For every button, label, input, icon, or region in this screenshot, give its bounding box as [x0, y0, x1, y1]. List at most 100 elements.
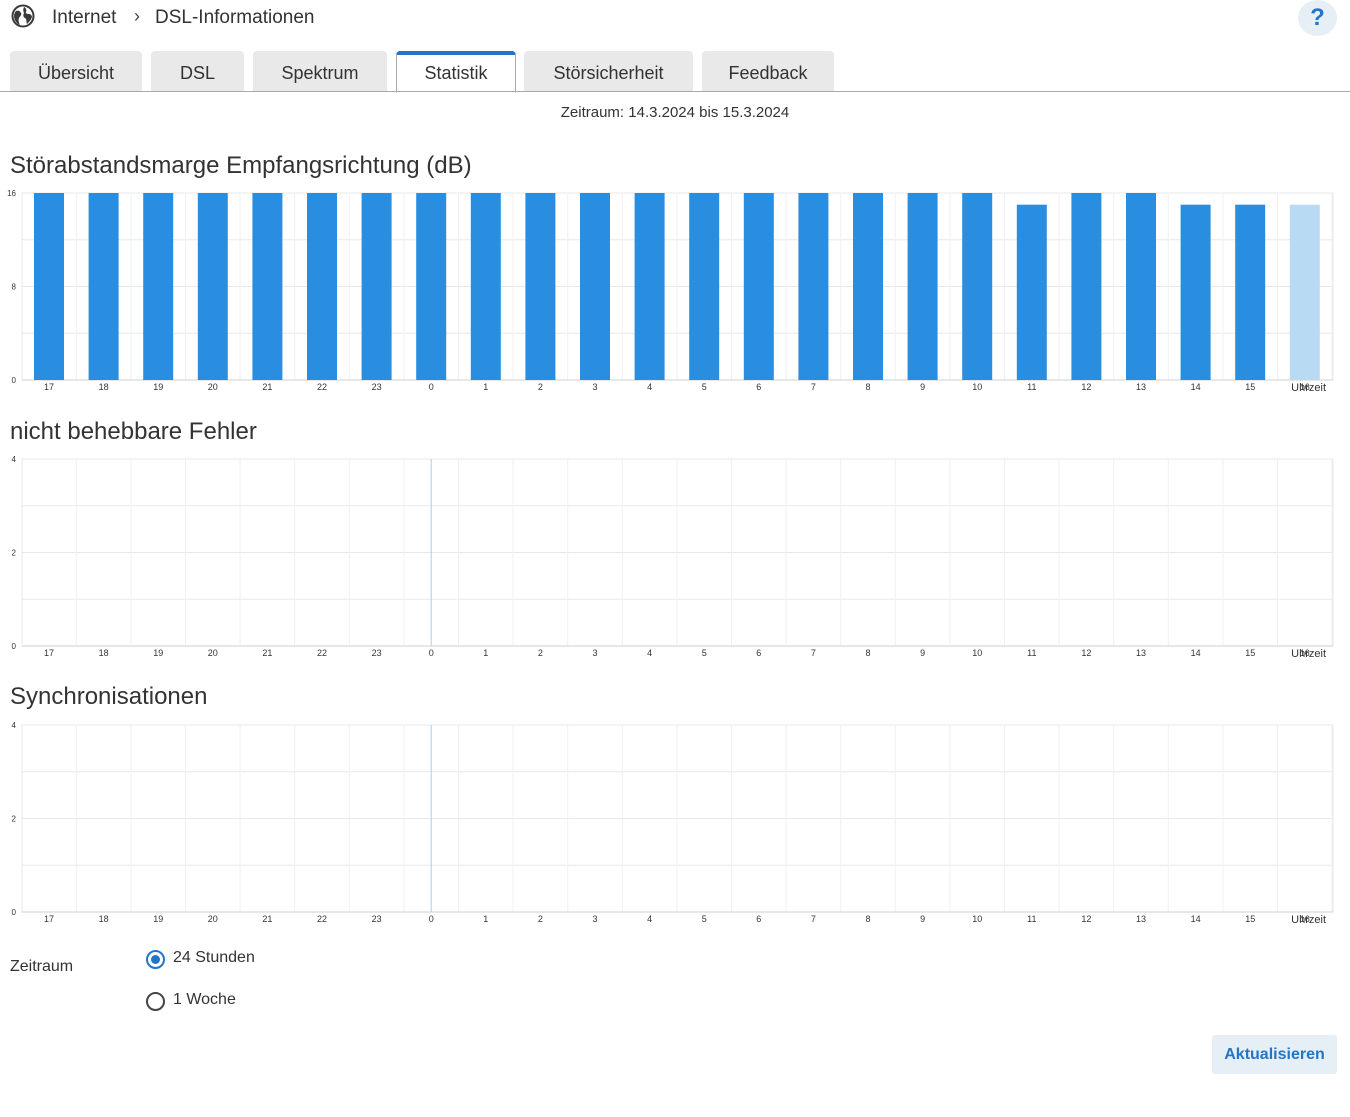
y-tick-label: 4 — [12, 455, 17, 464]
chart-snr: 168017 18 19 20 21 22 23 0 1 2 3 4 5 6 7 8 9 10 11 12 13 14 15… — [7, 189, 1334, 394]
tab-statistik[interactable]: Statistik — [396, 51, 516, 93]
radio-24-stunden[interactable] — [146, 950, 165, 969]
y-tick-label: 0 — [12, 908, 17, 917]
bar-20 — [197, 193, 228, 380]
x-tick-label: 6 — [756, 382, 761, 392]
x-tick-label: 15 — [1245, 382, 1255, 392]
bar-23 — [361, 193, 392, 380]
bar-10 — [962, 193, 993, 380]
x-tick-label: 3 — [592, 648, 597, 658]
chart-sync: 42017 18 19 20 21 22 23 0 1 2 3 4 5 6 7 8 9 10 11 12 13 14 15 1… — [12, 721, 1334, 926]
globe-icon — [11, 4, 35, 28]
tab-underline — [0, 91, 1350, 92]
x-tick-label: 11 — [1027, 382, 1036, 392]
tab-uebersicht[interactable]: Übersicht — [10, 51, 142, 92]
x-tick-label: 18 — [99, 382, 109, 392]
breadcrumb-internet[interactable]: Internet — [52, 7, 116, 29]
refresh-button[interactable]: Aktualisieren — [1212, 1035, 1337, 1074]
bar-6 — [743, 193, 774, 380]
x-tick-label: 13 — [1136, 382, 1146, 392]
x-tick-label: 22 — [317, 914, 327, 924]
tab-feedback[interactable]: Feedback — [702, 51, 834, 92]
bar-11 — [1016, 204, 1047, 380]
bar-3 — [580, 193, 610, 380]
x-tick-label: 1 — [483, 382, 488, 392]
y-tick-label: 0 — [12, 376, 17, 385]
y-tick-label: 2 — [12, 815, 17, 824]
x-tick-label: 14 — [1191, 648, 1201, 658]
x-axis-label: Uhrzeit — [1291, 914, 1326, 926]
x-tick-label: 18 — [99, 648, 109, 658]
x-tick-label: 12 — [1081, 648, 1091, 658]
x-tick-label: 14 — [1191, 382, 1201, 392]
chart-errors: 42017 18 19 20 21 22 23 0 1 2 3 4 5 6 7 8 9 10 11 12 13 14 15 1… — [12, 455, 1334, 660]
x-tick-label: 21 — [262, 914, 272, 924]
x-tick-label: 21 — [262, 648, 272, 658]
y-tick-label: 16 — [7, 189, 16, 198]
x-tick-label: 0 — [429, 914, 434, 924]
x-tick-label: 8 — [865, 914, 870, 924]
x-tick-label: 0 — [429, 648, 434, 658]
tab-spektrum[interactable]: Spektrum — [253, 51, 387, 92]
radio-1-woche[interactable] — [146, 992, 165, 1011]
x-tick-label: 8 — [865, 648, 870, 658]
chart-title-sync: Synchronisationen — [10, 683, 208, 710]
bar-12 — [1071, 193, 1102, 380]
x-tick-label: 14 — [1191, 914, 1201, 924]
x-tick-label: 5 — [702, 914, 707, 924]
radio-24-stunden-label[interactable]: 24 Stunden — [173, 949, 255, 967]
tab-stoersicherheit[interactable]: Störsicherheit — [524, 51, 693, 92]
x-tick-label: 19 — [153, 648, 163, 658]
x-tick-label: 15 — [1245, 914, 1255, 924]
x-tick-label: 7 — [811, 914, 816, 924]
x-tick-label: 9 — [920, 914, 925, 924]
x-tick-label: 20 — [208, 914, 218, 924]
help-button[interactable]: ? — [1298, 0, 1337, 36]
x-tick-label: 12 — [1081, 382, 1091, 392]
x-tick-label: 8 — [865, 382, 870, 392]
bar-8 — [853, 193, 883, 380]
x-tick-label: 18 — [99, 914, 109, 924]
radio-1-woche-label[interactable]: 1 Woche — [173, 991, 236, 1009]
x-tick-label: 17 — [44, 914, 54, 924]
x-tick-label: 19 — [153, 382, 163, 392]
x-tick-label: 0 — [429, 382, 434, 392]
x-tick-label: 3 — [592, 382, 597, 392]
y-tick-label: 8 — [12, 283, 17, 292]
x-tick-label: 6 — [756, 648, 761, 658]
x-axis-label: Uhrzeit — [1291, 648, 1326, 660]
bar-9 — [907, 193, 938, 380]
x-tick-label: 4 — [647, 914, 652, 924]
x-tick-label: 3 — [592, 914, 597, 924]
bar-21 — [252, 193, 283, 380]
x-tick-label: 5 — [702, 382, 707, 392]
period-text: Zeitraum: 14.3.2024 bis 15.3.2024 — [560, 104, 790, 121]
chart-title-errors: nicht behebbare Fehler — [10, 418, 257, 445]
x-tick-label: 9 — [920, 382, 925, 392]
x-tick-label: 23 — [372, 914, 382, 924]
breadcrumb-chevron-icon: › — [134, 6, 140, 26]
chart-title-snr: Störabstandsmarge Empfangsrichtung (dB) — [10, 152, 472, 179]
bar-15 — [1235, 204, 1266, 380]
y-tick-label: 2 — [12, 549, 17, 558]
x-tick-label: 2 — [538, 382, 543, 392]
x-tick-label: 22 — [317, 648, 327, 658]
x-tick-label: 22 — [317, 382, 327, 392]
y-tick-label: 4 — [12, 721, 17, 730]
bar-2 — [525, 193, 556, 380]
bar-16 — [1289, 204, 1320, 380]
x-tick-label: 13 — [1136, 648, 1146, 658]
bar-17 — [34, 193, 64, 380]
x-tick-label: 4 — [647, 648, 652, 658]
x-tick-label: 20 — [208, 648, 218, 658]
bar-4 — [634, 193, 665, 380]
breadcrumb-dsl-informationen: DSL-Informationen — [155, 7, 315, 28]
x-tick-label: 17 — [44, 382, 54, 392]
x-tick-label: 10 — [972, 648, 982, 658]
bar-18 — [88, 193, 119, 380]
tab-dsl[interactable]: DSL — [151, 51, 244, 92]
bar-5 — [689, 193, 720, 380]
x-tick-label: 10 — [972, 914, 982, 924]
x-tick-label: 23 — [372, 382, 382, 392]
x-tick-label: 17 — [44, 648, 54, 658]
